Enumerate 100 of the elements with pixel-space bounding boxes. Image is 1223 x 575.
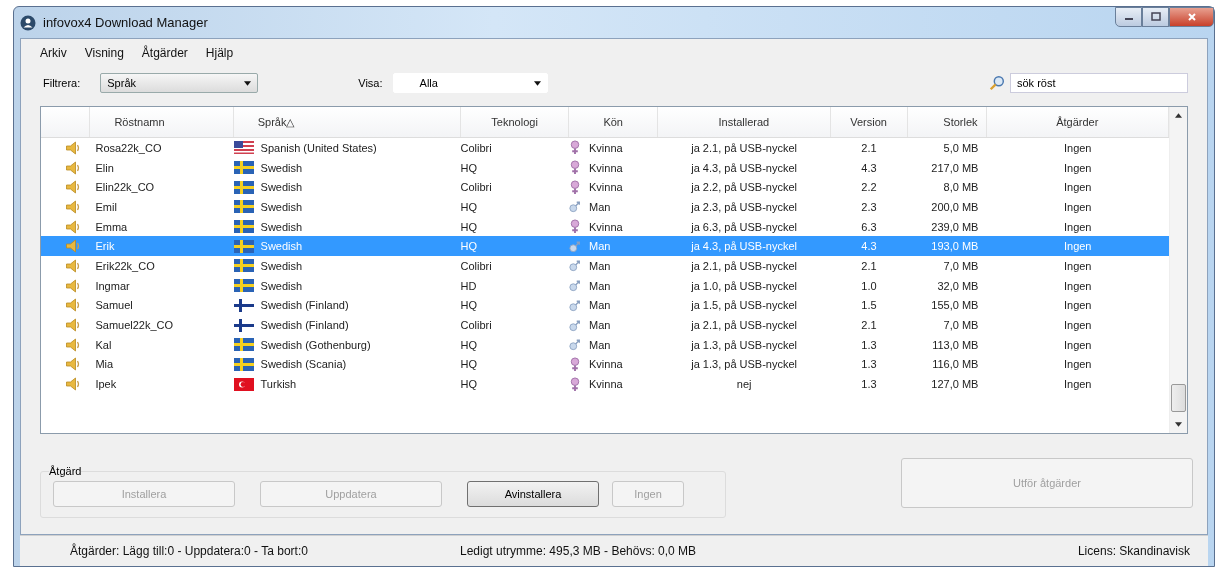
table-cell-text: Kal: [94, 337, 113, 353]
table-cell: Swedish (Finland): [260, 319, 349, 332]
table-row[interactable]: Samuel Swedish (Finland) HQ Man ja 1.5, på USB-nyckel 1.5 155,0 MB Ingen: [41, 295, 1169, 316]
table-cell-text: Emma: [94, 219, 129, 235]
column-header[interactable]: Åtgärder: [986, 107, 1169, 137]
table-cell-text: 2.1: [860, 140, 878, 156]
menu-item[interactable]: Arkiv: [40, 46, 67, 64]
table-cell-text: Mia: [94, 357, 115, 373]
table-cell-text: Colibri: [460, 140, 493, 156]
caret-icon: [533, 80, 541, 86]
caret-icon: [244, 80, 252, 86]
scroll-up-icon[interactable]: [1175, 113, 1182, 118]
table-cell: Swedish: [260, 161, 303, 174]
table-cell-text: 8,0 MB: [942, 180, 980, 196]
filter-label: Filtrera:: [43, 77, 81, 89]
table-cell-text: 4.3: [860, 160, 878, 176]
flag-icon: [233, 220, 254, 234]
table-cell-text: Erik: [94, 239, 116, 255]
scroll-thumb[interactable]: [1171, 384, 1186, 412]
table-row[interactable]: Erik22k_CO Swedish Colibri Man ja 2.1, på USB-nyckel 2.1 7,0 MB Ingen: [41, 256, 1169, 276]
filter-dropdown[interactable]: Språk: [100, 73, 259, 93]
table-cell: Man: [589, 200, 611, 213]
table-cell: Man: [589, 279, 611, 292]
table-cell-text: 1.3: [860, 377, 878, 393]
table-row[interactable]: Ingmar Swedish HD Man ja 1.0, på USB-nyckel 1.0 32,0 MB Ingen: [41, 275, 1169, 296]
table-cell-text: HQ: [460, 337, 478, 353]
show-label: Visa:: [358, 77, 383, 89]
table-row[interactable]: Samuel22k_CO Swedish (Finland) Colibri Man ja 2.1, på USB-nyckel 2.1 7,0 MB Ingen: [41, 315, 1169, 335]
maximize-button[interactable]: [1142, 7, 1169, 27]
table-cell-text: 1.3: [860, 337, 878, 353]
table-cell: Man: [589, 259, 611, 272]
close-icon: [1186, 12, 1197, 22]
table-cell-text: Ingen: [1062, 278, 1093, 294]
table-cell: Kvinna: [589, 220, 623, 233]
table-row[interactable]: Emil Swedish HQ Man ja 2.3, på USB-nyckel 2.3 200,0 MB Ingen: [41, 197, 1169, 217]
flag-icon: [233, 357, 254, 371]
table-cell-text: HQ: [460, 199, 478, 215]
table-row[interactable]: Emma Swedish HQ Kvinna ja 6.3, på USB-nyckel 6.3 239,0 MB Ingen: [41, 216, 1169, 237]
table-cell-text: Ingen: [1062, 199, 1093, 215]
menu-item[interactable]: Åtgärder: [141, 46, 188, 64]
column-header[interactable]: Röstnamn: [90, 107, 234, 137]
table-cell-text: 116,0 MB: [931, 357, 980, 373]
table-cell-text: Ipek: [94, 377, 118, 393]
table-cell-text: ja 2.1, på USB-nyckel: [690, 258, 799, 274]
table-cell: Swedish: [260, 259, 303, 272]
table-row[interactable]: Elin22k_CO Swedish Colibri Kvinna ja 2.2, på USB-nyckel 2.2 8,0 MB Ingen: [41, 177, 1169, 198]
table-cell-text: 239,0 MB: [930, 219, 980, 235]
table-cell-text: 1.0: [860, 278, 878, 294]
show-dropdown[interactable]: Alla: [392, 73, 548, 93]
action-button[interactable]: Avinstallera: [467, 481, 599, 507]
status-text: Licens: Skandinavisk: [1077, 544, 1190, 558]
close-button[interactable]: [1169, 7, 1214, 27]
flag-icon: [233, 161, 254, 175]
female-icon: [569, 140, 581, 156]
table-cell-text: Ingen: [1062, 180, 1093, 196]
table-row[interactable]: Kal Swedish (Gothenburg) HQ Man ja 1.3, på USB-nyckel 1.3 113,0 MB Ingen: [41, 334, 1169, 355]
table-cell-text: Elin: [94, 160, 115, 176]
column-header[interactable]: Version: [830, 107, 908, 137]
table-cell-text: Colibri: [460, 258, 493, 274]
table-row[interactable]: Ipek Turkish HQ Kvinna nej 1.3 127,0 MB Ingen: [41, 374, 1169, 394]
search-field[interactable]: sök röst: [1010, 73, 1188, 93]
table-cell: Kvinna: [589, 378, 623, 391]
table-cell: Man: [589, 319, 611, 332]
table-cell-text: ja 1.0, på USB-nyckel: [690, 278, 799, 294]
column-header[interactable]: Storlek: [907, 107, 987, 137]
table-cell-text: Ingen: [1062, 298, 1093, 314]
flag-icon: [233, 338, 254, 352]
scroll-down-icon[interactable]: [1175, 422, 1182, 427]
table-cell-text: 6.3: [860, 219, 878, 235]
table-cell-text: ja 2.1, på USB-nyckel: [690, 318, 799, 334]
male-icon: [569, 199, 581, 215]
menu-item[interactable]: Visning: [84, 46, 124, 64]
column-header[interactable]: Teknologi: [460, 107, 570, 137]
female-icon: [569, 356, 581, 372]
table-cell-text: Samuel: [94, 298, 134, 314]
table-cell-text: Ingen: [1062, 337, 1093, 353]
table-cell: Swedish (Gothenburg): [260, 338, 371, 351]
scrollbar[interactable]: [1169, 107, 1187, 433]
table-row[interactable]: Rosa22k_CO Spanish (United States) Colibri Kvinna ja 2.1, på USB-nyckel 2.1 5,0 MB Ingen: [41, 138, 1169, 158]
person-icon: [20, 14, 36, 31]
column-header[interactable]: Språk△: [233, 107, 461, 137]
flag-icon: [233, 318, 254, 332]
table-cell: Swedish (Scania): [260, 358, 347, 371]
table-cell-text: Emil: [94, 199, 118, 215]
female-icon: [569, 179, 581, 195]
menu-item[interactable]: Hjälp: [205, 46, 234, 64]
minimize-button[interactable]: [1115, 7, 1142, 27]
table-cell-text: HQ: [460, 219, 478, 235]
table-cell-text: ja 1.3, på USB-nyckel: [690, 337, 799, 353]
flag-icon: [233, 259, 254, 273]
table-cell: Man: [589, 338, 611, 351]
table-cell-text: 2.3: [860, 199, 878, 215]
male-icon: [569, 258, 581, 274]
table-cell-text: Rosa22k_CO: [94, 140, 163, 156]
table-row[interactable]: Elin Swedish HQ Kvinna ja 4.3, på USB-nyckel 4.3 217,0 MB Ingen: [41, 157, 1169, 178]
table-cell-text: 7,0 MB: [942, 318, 980, 334]
column-header[interactable]: Installerad: [658, 107, 831, 137]
table-cell: Kvinna: [589, 161, 623, 174]
column-header[interactable]: Kön: [569, 107, 659, 137]
table-row[interactable]: Mia Swedish (Scania) HQ Kvinna ja 1.3, på USB-nyckel 1.3 116,0 MB Ingen: [41, 354, 1169, 375]
